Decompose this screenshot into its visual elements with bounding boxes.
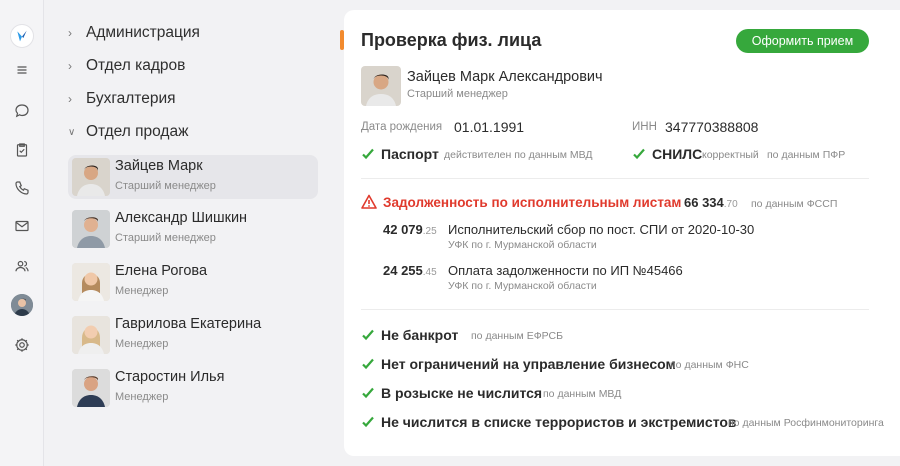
chevron-right-icon: ›	[68, 59, 72, 73]
employee-name: Гаврилова Екатерина	[115, 316, 262, 332]
amount-cents: .25	[422, 226, 437, 237]
debt-item-text: Исполнительский сбор по пост. СПИ от 202…	[448, 222, 755, 237]
gear-icon[interactable]	[11, 334, 33, 356]
divider	[361, 178, 869, 179]
debt-item-amount: 42 079.25	[383, 222, 437, 237]
employee-role: Менеджер	[115, 285, 169, 297]
dept-label: Бухгалтерия	[86, 90, 176, 107]
employee-item[interactable]: Зайцев Марк Старший менеджер	[68, 155, 318, 199]
snils-label: СНИЛС	[652, 146, 703, 162]
employee-item[interactable]: Елена Рогова Менеджер	[68, 260, 318, 304]
check-icon	[361, 386, 375, 400]
employee-item[interactable]: Гаврилова Екатерина Менеджер	[68, 313, 318, 357]
person-name: Зайцев Марк Александрович	[407, 69, 603, 85]
avatar[interactable]	[11, 294, 33, 316]
amount-main: 24 255	[383, 263, 423, 278]
passport-label: Паспорт	[381, 146, 439, 162]
avatar	[72, 369, 110, 407]
amount-main: 42 079	[383, 222, 423, 237]
birth-date-value: 01.01.1991	[454, 119, 525, 135]
check-icon	[361, 357, 375, 371]
person-role: Старший менеджер	[407, 88, 508, 100]
inn-value: 347770388808	[665, 119, 759, 135]
clipboard-check-icon[interactable]	[11, 139, 33, 161]
debt-item-text: Оплата задолженности по ИП №45466	[448, 263, 683, 278]
avatar	[72, 158, 110, 196]
snils-status: корректный	[702, 149, 759, 161]
employee-item[interactable]: Старостин Илья Менеджер	[68, 366, 318, 410]
employee-name: Зайцев Марк	[115, 158, 203, 174]
debt-item-org: УФК по г. Мурманской области	[448, 280, 597, 292]
dept-sales[interactable]: ∨ Отдел продаж	[68, 121, 188, 143]
employee-role: Менеджер	[115, 338, 169, 350]
employee-role: Старший менеджер	[115, 232, 216, 244]
person-check-card: Проверка физ. лица Оформить прием Зайцев…	[340, 10, 900, 456]
dept-label: Отдел продаж	[86, 123, 189, 140]
result-label: Не числится в списке террористов и экстр…	[381, 414, 737, 430]
avatar	[72, 210, 110, 248]
dept-label: Администрация	[86, 24, 200, 41]
birth-date-label: Дата рождения	[361, 121, 443, 133]
debt-title: Задолженность по исполнительным листам	[383, 195, 682, 210]
employee-role: Менеджер	[115, 391, 169, 403]
employee-name: Александр Шишкин	[115, 210, 248, 226]
warning-icon	[361, 194, 377, 209]
inn-label: ИНН	[632, 121, 657, 133]
menu-icon[interactable]	[11, 59, 33, 81]
dept-administration[interactable]: › Администрация	[68, 22, 200, 44]
debt-item-amount: 24 255.45	[383, 263, 437, 278]
check-icon	[361, 415, 375, 429]
employee-name: Елена Рогова	[115, 263, 208, 279]
result-label: В розыске не числится	[381, 385, 543, 401]
debt-total: 66 334.70	[684, 195, 738, 210]
check-icon	[361, 147, 375, 161]
hire-button[interactable]: Оформить прием	[736, 29, 869, 53]
logo-icon[interactable]	[10, 24, 34, 48]
chevron-down-icon: ∨	[68, 126, 76, 138]
result-source: по данным ЕФРСБ	[471, 330, 564, 342]
amount-cents: .70	[723, 199, 738, 210]
amount-main: 66 334	[684, 195, 724, 210]
debt-item-org: УФК по г. Мурманской области	[448, 239, 597, 251]
avatar	[72, 263, 110, 301]
accent-marker	[340, 30, 344, 50]
users-icon[interactable]	[11, 255, 33, 277]
dept-hr[interactable]: › Отдел кадров	[68, 55, 185, 77]
dept-accounting[interactable]: › Бухгалтерия	[68, 88, 176, 110]
chevron-right-icon: ›	[68, 92, 72, 106]
phone-icon[interactable]	[11, 177, 33, 199]
chevron-right-icon: ›	[68, 26, 72, 40]
avatar	[361, 66, 401, 106]
result-source: по данным МВД	[543, 388, 622, 400]
mail-icon[interactable]	[11, 215, 33, 237]
page-title: Проверка физ. лица	[361, 30, 542, 50]
icon-rail	[0, 0, 44, 466]
chat-icon[interactable]	[11, 100, 33, 122]
result-label: Не банкрот	[381, 327, 459, 343]
result-label: Нет ограничений на управление бизнесом	[381, 356, 676, 372]
dept-label: Отдел кадров	[86, 57, 186, 74]
employee-item[interactable]: Александр Шишкин Старший менеджер	[68, 207, 318, 251]
result-source: по данным Росфинмониторинга	[728, 417, 884, 429]
amount-cents: .45	[422, 267, 437, 278]
check-icon	[361, 328, 375, 342]
divider	[361, 309, 869, 310]
snils-source: по данным ПФР	[767, 149, 846, 161]
employee-name: Старостин Илья	[115, 369, 225, 385]
employee-role: Старший менеджер	[115, 180, 216, 192]
passport-status: действителен по данным МВД	[444, 149, 593, 161]
check-icon	[632, 147, 646, 161]
org-tree: › Администрация › Отдел кадров › Бухгалт…	[44, 0, 344, 466]
avatar	[72, 316, 110, 354]
debt-source: по данным ФССП	[751, 198, 838, 210]
result-source: по данным ФНС	[670, 359, 749, 371]
